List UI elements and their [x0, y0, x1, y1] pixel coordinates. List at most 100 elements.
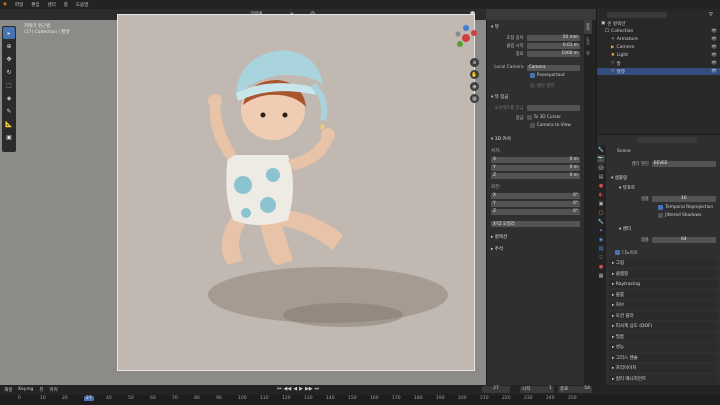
- tab-item[interactable]: 항목: [584, 20, 592, 34]
- rotation-mode-dropdown[interactable]: XYZ 오일러: [491, 220, 580, 227]
- clip-end-field[interactable]: 1000 m: [526, 50, 580, 57]
- camera-view-icon[interactable]: ◉: [470, 82, 479, 91]
- outliner-search-input[interactable]: [607, 11, 667, 18]
- visibility-icon[interactable]: 👁: [711, 69, 717, 74]
- constraints-tab-icon[interactable]: ⛓: [597, 245, 605, 253]
- outliner-row[interactable]: ✹ Light 👁: [597, 52, 720, 59]
- denoise-checkbox[interactable]: [615, 250, 620, 255]
- view-menu[interactable]: 뷰: [39, 387, 43, 393]
- texture-tab-icon[interactable]: ▦: [597, 272, 605, 280]
- properties-section[interactable]: ▸ Raytracing: [609, 280, 717, 288]
- clip-start-field[interactable]: 0.01 m: [526, 42, 580, 49]
- properties-section[interactable]: ▸ 필름: [609, 332, 717, 341]
- outliner-row[interactable]: ☐ Collection 👁: [597, 28, 720, 35]
- outliner-row[interactable]: ✶ Armature 👁: [597, 36, 720, 43]
- prev-key-icon[interactable]: ◀◀: [284, 386, 292, 392]
- transform-tool-icon[interactable]: ◈: [3, 92, 15, 104]
- passepartout-checkbox[interactable]: [529, 73, 535, 78]
- play-icon[interactable]: ▶: [299, 386, 303, 392]
- tab-view[interactable]: 뷰: [584, 48, 592, 58]
- properties-section[interactable]: ▸ 컬러 매니지먼트: [609, 374, 717, 383]
- view-lock-header[interactable]: ▾ 뷰 잠금: [491, 94, 509, 100]
- annotate-tool-icon[interactable]: ✎: [3, 105, 15, 117]
- to-3d-cursor-checkbox[interactable]: [526, 115, 532, 120]
- properties-section[interactable]: ▸ 그림: [609, 259, 717, 267]
- render-subheader[interactable]: ▾ 렌더: [619, 226, 631, 232]
- navigation-gizmo[interactable]: [452, 24, 480, 52]
- properties-section[interactable]: ▸ 클램핑: [609, 269, 717, 278]
- camera-to-view-checkbox[interactable]: [529, 123, 535, 128]
- blender-logo-icon[interactable]: ◉: [3, 2, 7, 7]
- particles-tab-icon[interactable]: ✦: [597, 227, 605, 235]
- play-reverse-icon[interactable]: ◀: [293, 386, 297, 392]
- properties-section[interactable]: ▸ 피사계 심도 (DOF): [609, 322, 717, 330]
- marker-menu[interactable]: 마커: [50, 387, 58, 393]
- world-tab-icon[interactable]: ◐: [597, 191, 605, 199]
- keying-menu[interactable]: Keying: [18, 387, 33, 393]
- zoom-icon[interactable]: ⊕: [470, 58, 479, 67]
- current-frame-field[interactable]: 27: [482, 386, 510, 393]
- cursor-tool-icon[interactable]: ⊕: [3, 40, 15, 52]
- scene-tab-icon[interactable]: ●: [597, 182, 605, 190]
- modifier-tab-icon[interactable]: 🔧: [597, 218, 605, 226]
- data-tab-icon[interactable]: ▽: [597, 254, 605, 262]
- menu-render[interactable]: 렌더: [48, 2, 56, 8]
- view-section-header[interactable]: ▾ 뷰: [491, 24, 499, 30]
- collections-header[interactable]: ▸ 컬렉션: [491, 234, 507, 240]
- output-tab-icon[interactable]: 🖨: [597, 164, 605, 172]
- physics-tab-icon[interactable]: ◉: [597, 236, 605, 244]
- render-region-checkbox[interactable]: [529, 83, 535, 88]
- playback-menu[interactable]: 재생: [4, 387, 12, 393]
- scale-tool-icon[interactable]: ⬚: [3, 79, 15, 91]
- cursor-y-field[interactable]: Y0 m: [491, 164, 580, 171]
- outliner-row[interactable]: ▽ 팔 👁: [597, 60, 720, 67]
- menu-edit[interactable]: 편집: [31, 2, 39, 8]
- measure-tool-icon[interactable]: 📐: [3, 118, 15, 130]
- lock-object-field[interactable]: [526, 104, 580, 111]
- render-tab-icon[interactable]: 📷: [597, 155, 605, 163]
- grid-icon[interactable]: ▦: [470, 94, 479, 103]
- frame-start-field[interactable]: 시작 1: [520, 386, 554, 393]
- temporal-reprojection-checkbox[interactable]: [658, 205, 664, 210]
- pan-hand-icon[interactable]: ✋: [470, 70, 479, 79]
- local-camera-field[interactable]: Camera: [526, 64, 580, 71]
- visibility-icon[interactable]: 👁: [711, 45, 717, 50]
- cursor-z-field[interactable]: Z0 m: [491, 172, 580, 179]
- menu-window[interactable]: 창: [64, 2, 68, 8]
- filter-icon[interactable]: ⛛: [709, 12, 713, 18]
- cursor-x-field[interactable]: X0 m: [491, 156, 580, 163]
- visibility-icon[interactable]: 👁: [711, 29, 717, 34]
- tab-tool[interactable]: 도구: [584, 34, 592, 48]
- next-key-icon[interactable]: ▶▶: [305, 386, 313, 392]
- 3d-cursor-header[interactable]: ▾ 3D 커서: [491, 136, 511, 142]
- cursor-rx-field[interactable]: X 0°: [491, 192, 580, 199]
- viewport-subheader[interactable]: ▾ 뷰포트: [619, 185, 635, 191]
- cursor-rz-field[interactable]: Z 0°: [491, 208, 580, 215]
- add-cube-icon[interactable]: ▣: [3, 131, 15, 143]
- jittered-shadows-checkbox[interactable]: [658, 213, 664, 218]
- annotations-header[interactable]: ▸ 주석: [491, 246, 503, 252]
- cursor-ry-field[interactable]: Y 0°: [491, 200, 580, 207]
- material-tab-icon[interactable]: ●: [597, 263, 605, 271]
- sampling-header[interactable]: ▾ 샘플링: [611, 175, 627, 181]
- timeline-ruler[interactable]: 0 10 20 27 40 50 60 70 80 90 100 110 120 130 140 150 160…: [0, 395, 720, 405]
- frame-end-field[interactable]: 종료 54: [558, 386, 592, 393]
- move-tool-icon[interactable]: ✥: [3, 53, 15, 65]
- menu-file[interactable]: 파일: [15, 2, 23, 8]
- render-engine-dropdown[interactable]: EEVEE: [651, 160, 716, 167]
- outliner-row[interactable]: ▶ Camera 👁: [597, 44, 720, 51]
- focal-length-field[interactable]: 50 mm: [526, 34, 580, 41]
- properties-section[interactable]: ▸ 커브: [609, 301, 717, 309]
- visibility-icon[interactable]: 👁: [711, 61, 717, 66]
- jump-end-icon[interactable]: ⏭: [315, 386, 320, 392]
- object-tab-icon[interactable]: ▢: [597, 209, 605, 217]
- properties-search-input[interactable]: [637, 137, 697, 143]
- visibility-icon[interactable]: 👁: [711, 37, 717, 42]
- render-samples-field[interactable]: 64: [651, 236, 716, 243]
- visibility-icon[interactable]: 👁: [711, 53, 717, 58]
- view-layer-tab-icon[interactable]: ▤: [597, 173, 605, 181]
- properties-section[interactable]: ▸ 볼륨: [609, 290, 717, 299]
- select-tool-icon[interactable]: ▸: [3, 27, 15, 39]
- jump-start-icon[interactable]: ⏮: [277, 386, 282, 392]
- viewport-samples-field[interactable]: 16: [651, 195, 716, 202]
